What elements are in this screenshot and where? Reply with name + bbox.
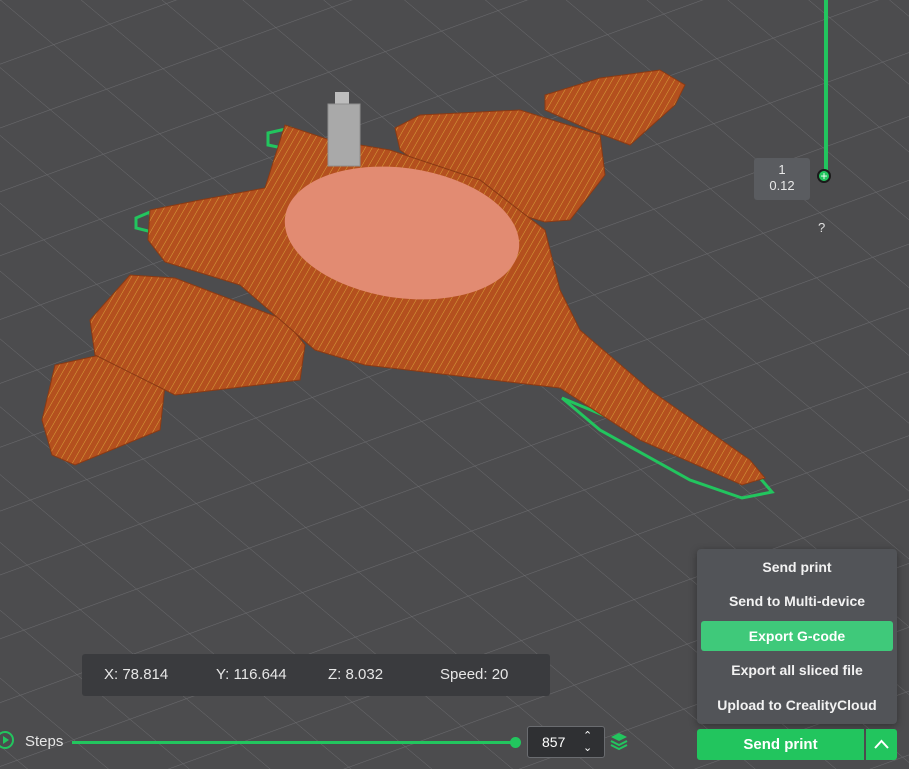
layer-slider-handle[interactable]: + <box>817 169 831 183</box>
layer-slider-track[interactable] <box>824 0 828 178</box>
layer-number: 1 <box>778 162 786 177</box>
send-print-button[interactable]: Send print <box>697 729 864 760</box>
step-stepper[interactable]: 857 ⌃ ⌄ <box>527 726 605 758</box>
coord-z: Z: 8.032 <box>328 666 384 683</box>
menu-item-export-all-sliced[interactable]: Export all sliced file <box>701 655 893 685</box>
steps-slider-handle[interactable] <box>510 737 521 748</box>
menu-item-export-gcode[interactable]: Export G-code <box>701 621 893 651</box>
layers-icon[interactable] <box>609 731 629 751</box>
menu-item-send-print[interactable]: Send print <box>701 552 893 582</box>
layer-readout: 1 0.12 <box>754 158 810 200</box>
menu-item-upload-crealitycloud[interactable]: Upload to CrealityCloud <box>701 690 893 720</box>
steps-slider-track[interactable] <box>72 741 516 744</box>
help-icon[interactable]: ? <box>818 220 825 235</box>
coord-x: X: 78.814 <box>104 666 169 683</box>
step-value: 857 <box>542 734 566 750</box>
speed-readout: Speed: 20 <box>440 666 509 683</box>
send-print-menu-toggle[interactable] <box>866 729 897 760</box>
coordinate-panel: X: 78.814 Y: 116.644 Z: 8.032 Speed: 20 <box>82 654 550 696</box>
chevron-up-icon <box>874 739 889 749</box>
steps-label: Steps <box>25 733 64 750</box>
send-print-menu: Send print Send to Multi-device Export G… <box>697 549 897 724</box>
chevron-down-icon[interactable]: ⌄ <box>583 741 592 754</box>
coord-y: Y: 116.644 <box>216 666 287 683</box>
layer-height: 0.12 <box>769 178 795 193</box>
menu-item-send-multi-device[interactable]: Send to Multi-device <box>701 586 893 616</box>
